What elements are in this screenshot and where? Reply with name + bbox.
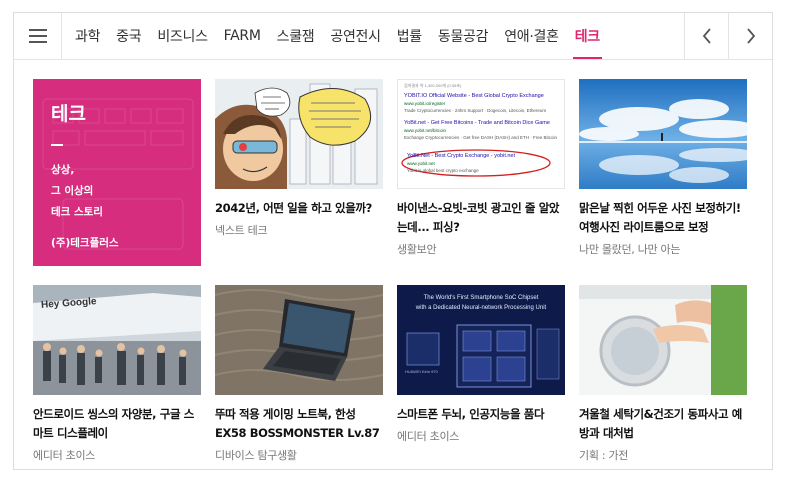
category-tab-bar: 과학 중국 비즈니스 FARM 스쿨잼 공연전시 법률 동물공감 연애·결혼 테… [14,13,772,60]
tech-panel: 과학 중국 비즈니스 FARM 스쿨잼 공연전시 법률 동물공감 연애·결혼 테… [13,12,773,470]
tab-science[interactable]: 과학 [67,13,108,59]
promo-title: 테크 [51,103,86,125]
article-source: 에디터 초이스 [397,430,460,443]
promo-line-2: 그 이상의 [51,185,94,197]
search-result-desc: Exchange Cryptocurrencies · Get free DAS… [404,135,558,140]
search-result-title: YOBIT.IO Official Website - Best Global … [404,93,544,99]
search-result-url: www.yobit.io/register [404,101,446,106]
prev-tabs-button[interactable] [684,13,728,59]
article-title: 안드로이드 씽스의 자양분, 구글 스마트 디스플레이 [33,407,194,440]
tab-law[interactable]: 법률 [389,13,430,59]
article-source: 에디터 초이스 [33,449,96,462]
tab-china[interactable]: 중국 [108,13,149,59]
article-source: 기획 : 가전 [579,449,629,462]
tab-performance[interactable]: 공연전시 [322,13,388,59]
article-title: 2042년, 어떤 일을 하고 있을까? [215,201,372,215]
article-source: 넥스트 테크 [215,224,268,237]
menu-icon [28,29,47,43]
chip-brand-label: HUAWEI Kirin 970 [405,369,438,374]
article-thumbnail [579,79,747,189]
tab-schooljam[interactable]: 스쿨잼 [269,13,323,59]
article-thumbnail: 검색결과 약 1,400,000개 (0.55초) YOBIT.IO Offic… [397,79,565,189]
article-card[interactable]: 2042년, 어떤 일을 하고 있을까? 넥스트 테크 [215,79,383,238]
search-result-url: www.yobit.net/bitcoin [404,128,447,133]
menu-button[interactable] [14,13,62,59]
tab-business[interactable]: 비즈니스 [149,13,215,59]
article-card[interactable]: 맑은날 찍힌 어두운 사진 보정하기! 여행사진 라이트룸으로 보정 나만 몰랐… [579,79,747,257]
article-title: 뚜따 적용 게이밍 노트북, 한성 EX58 BOSSMONSTER Lv.87 [215,407,380,440]
article-source: 생활보안 [397,243,437,256]
category-tabs: 과학 중국 비즈니스 FARM 스쿨잼 공연전시 법률 동물공감 연애·결혼 테… [62,13,684,59]
article-title: 겨울철 세탁기&건조기 동파사고 예방과 대처법 [579,407,742,440]
article-source: 디바이스 탐구생활 [215,449,297,462]
article-thumbnail: Hey Google [33,285,201,395]
tab-farm[interactable]: FARM [216,13,269,59]
promo-brand: (주)테크플러스 [51,237,119,249]
article-title: 바이낸스-요빗-코빗 광고인 줄 알았는데... 피싱? [397,201,560,234]
article-card[interactable]: 뚜따 적용 게이밍 노트북, 한성 EX58 BOSSMONSTER Lv.87… [215,285,383,463]
slide-headline: The World's First Smartphone SoC Chipset [423,295,539,301]
search-result-count: 검색결과 약 1,400,000개 (0.55초) [404,83,462,88]
tab-animals[interactable]: 동물공감 [430,13,496,59]
tech-promo-tile[interactable]: 테크 상상, 그 이상의 테크 스토리 (주)테크플러스 [33,79,201,266]
search-result-desc: Yobit is global best crypto exchange [407,168,479,173]
article-card[interactable]: The World's First Smartphone SoC Chipset… [397,285,565,444]
slide-subheadline: with a Dedicated Neural-network Processi… [415,305,547,311]
article-title: 맑은날 찍힌 어두운 사진 보정하기! 여행사진 라이트룸으로 보정 [579,201,741,234]
tab-tech[interactable]: 테크 [567,13,608,59]
tab-dating[interactable]: 연애·결혼 [496,13,566,59]
article-card[interactable]: 겨울철 세탁기&건조기 동파사고 예방과 대처법 기획 : 가전 [579,285,747,463]
next-tabs-button[interactable] [728,13,772,59]
article-thumbnail: The World's First Smartphone SoC Chipset… [397,285,565,395]
article-thumbnail [215,79,383,189]
article-thumbnail [215,285,383,395]
article-thumbnail [579,285,747,395]
search-result-title: YoBit.Net - Best Crypto Exchange - yobit… [407,153,516,159]
article-title: 스마트폰 두뇌, 인공지능을 품다 [397,407,545,421]
promo-line-3: 테크 스토리 [51,206,103,218]
promo-line-1: 상상, [51,164,75,176]
chevron-right-icon [746,28,755,44]
promo-divider [51,144,63,146]
chevron-left-icon [702,28,711,44]
search-result-title: YoBit.net - Get Free Bitcoins - Trade an… [404,120,550,126]
article-source: 나만 몰랐던, 나만 아는 [579,243,681,256]
search-result-url: www.yobit.net [407,161,435,166]
search-result-desc: Trade Cryptocurrencies · 24hrs Support ·… [404,108,547,113]
article-card[interactable]: Hey Google 안드로이드 씽스의 자양분, 구글 스마트 디스플레이 에… [33,285,201,463]
article-card[interactable]: 검색결과 약 1,400,000개 (0.55초) YOBIT.IO Offic… [397,79,565,257]
